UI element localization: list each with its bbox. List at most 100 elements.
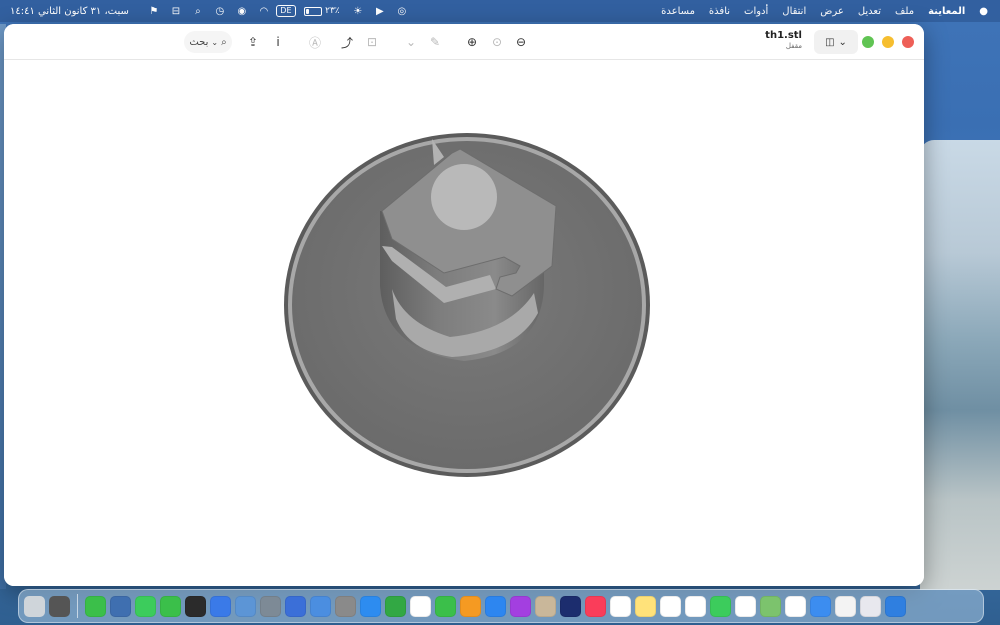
dock-hd-app-icon[interactable] — [560, 595, 581, 617]
zoom-out-button[interactable]: ⊖ — [510, 31, 532, 53]
app-menus: مساعدة نافذة أدوات انتقال عرض تعديل ملف … — [661, 0, 988, 22]
search-icon: ⌕ — [221, 36, 227, 48]
wifi-icon[interactable]: ◠ — [253, 0, 275, 22]
flag-icon[interactable]: ⚑ — [143, 0, 165, 22]
input-source[interactable]: DE — [275, 0, 297, 22]
circle-a-icon: Ⓐ — [308, 35, 321, 50]
apple-icon[interactable]: ● — [979, 6, 988, 17]
dock-quicktime-icon[interactable] — [110, 595, 131, 617]
stl-model-render[interactable] — [4, 61, 924, 586]
battery-percent: ٢٣٪ — [325, 6, 340, 16]
dock-numbers-2-icon[interactable] — [385, 595, 406, 617]
play-icon[interactable]: ▶ — [369, 0, 391, 22]
info-button[interactable]: i — [267, 31, 289, 53]
sidebar-icon: ◫ — [825, 36, 835, 48]
menu-window[interactable]: نافذة — [709, 6, 730, 17]
accessibility-button[interactable]: Ⓐ — [304, 31, 326, 53]
input-source-label: DE — [276, 5, 296, 17]
crop-icon: ⊡ — [366, 35, 378, 49]
dock-screenshot-icon[interactable] — [285, 595, 306, 617]
dock-help-icon[interactable] — [260, 595, 281, 617]
dock-music-icon[interactable] — [585, 595, 606, 617]
chevron-down-icon: ⌄ — [838, 36, 847, 48]
dock-facetime-icon[interactable] — [710, 595, 731, 617]
dock-preview-icon[interactable] — [310, 595, 331, 617]
zoom-out-icon: ⊖ — [515, 35, 527, 49]
menu-clock[interactable]: سبت، ٣١ كانون الثاني ١٤:٤١ — [10, 6, 129, 17]
dock-window-thumb-icon[interactable] — [49, 595, 70, 617]
chevron-down-icon: ⌄ — [405, 35, 417, 49]
document-status: مقفل — [785, 42, 802, 50]
share-icon: ⇪ — [247, 35, 259, 49]
dock-preview-2-icon[interactable] — [235, 595, 256, 617]
dock-keynote-icon[interactable] — [485, 595, 506, 617]
dock-xcode-sim-icon[interactable] — [210, 595, 231, 617]
dock-numbers-3-icon[interactable] — [160, 595, 181, 617]
dock-phone-icon[interactable] — [135, 595, 156, 617]
crop-button[interactable]: ⊡ — [361, 31, 383, 53]
menu-help[interactable]: مساعدة — [661, 6, 695, 17]
dock-finder-icon[interactable] — [885, 595, 906, 617]
dock-app-store-icon[interactable] — [360, 595, 381, 617]
menu-edit[interactable]: تعديل — [858, 6, 881, 17]
minimize-button[interactable] — [882, 36, 894, 48]
document-name[interactable]: th1.stl — [765, 30, 802, 41]
dock — [18, 589, 984, 623]
share-button[interactable]: ⇪ — [242, 31, 264, 53]
menu-file[interactable]: ملف — [895, 6, 914, 17]
battery-widget: ٢٣٪ — [304, 6, 340, 16]
control-center-icon[interactable]: ⊟ — [165, 0, 187, 22]
chevron-down-icon: ⌄ — [211, 37, 219, 47]
dock-pages-icon[interactable] — [460, 595, 481, 617]
brightness-icon[interactable]: ☀ — [347, 0, 369, 22]
dock-numbers-4-icon[interactable] — [85, 595, 106, 617]
dock-trash-icon[interactable] — [24, 595, 45, 617]
markup-menu-button[interactable]: ⌄ — [400, 31, 422, 53]
zoom-in-icon: ⊕ — [466, 35, 478, 49]
dock-notes-app-icon[interactable] — [835, 595, 856, 617]
dock-freeform-icon[interactable] — [610, 595, 631, 617]
dock-system-settings-icon[interactable] — [335, 595, 356, 617]
dock-mail-icon[interactable] — [810, 595, 831, 617]
battery-indicator[interactable]: ٢٣٪ — [297, 0, 347, 22]
dock-launchpad-icon[interactable] — [860, 595, 881, 617]
dock-contacts-icon[interactable] — [535, 595, 556, 617]
time-machine-icon[interactable]: ◷ — [209, 0, 231, 22]
status-area: سبت، ٣١ كانون الثاني ١٤:٤١ ⚑ ⊟ ⌕ ◷ ◉ ◠ D… — [10, 0, 413, 22]
dock-drop-app-icon[interactable] — [410, 595, 431, 617]
dock-blender-icon[interactable] — [185, 595, 206, 617]
zoom-button[interactable] — [862, 36, 874, 48]
markup-button[interactable]: ✎ — [424, 31, 446, 53]
menu-app-name[interactable]: المعاينة — [928, 6, 965, 17]
dock-maps-icon[interactable] — [760, 595, 781, 617]
dock-chrome-icon[interactable] — [785, 595, 806, 617]
dock-numbers-icon[interactable] — [435, 595, 456, 617]
menu-view[interactable]: عرض — [820, 6, 844, 17]
user-icon[interactable]: ◉ — [231, 0, 253, 22]
model-viewport[interactable] — [4, 61, 924, 586]
dock-reminders-icon[interactable] — [660, 595, 681, 617]
menu-tools[interactable]: أدوات — [744, 6, 768, 17]
battery-fill — [306, 8, 310, 14]
actual-size-button[interactable]: ⊙ — [486, 31, 508, 53]
magnifier-icon: ⊙ — [491, 35, 503, 49]
info-icon: i — [276, 35, 280, 49]
zoom-in-button[interactable]: ⊕ — [461, 31, 483, 53]
center-boss — [431, 164, 497, 230]
rotate-button[interactable]: ⤴ — [336, 31, 358, 53]
dock-photos-icon[interactable] — [735, 595, 756, 617]
dock-notes-icon[interactable] — [635, 595, 656, 617]
search-icon[interactable]: ⌕ — [187, 0, 209, 22]
search-field-label: بحث — [189, 36, 209, 48]
close-button[interactable] — [902, 36, 914, 48]
menu-go[interactable]: انتقال — [782, 6, 806, 17]
dock-podcasts-icon[interactable] — [510, 595, 531, 617]
preview-menu-icon[interactable]: ◎ — [391, 0, 413, 22]
rotate-icon: ⤴ — [340, 35, 353, 50]
search-field[interactable]: بحث ⌄ ⌕ — [184, 31, 232, 53]
sidebar-toggle-button[interactable]: ◫ ⌄ — [814, 30, 858, 54]
dock-calendar-icon[interactable] — [685, 595, 706, 617]
pen-icon: ✎ — [429, 35, 441, 49]
battery-icon — [304, 6, 323, 16]
dock-separator — [77, 594, 78, 618]
